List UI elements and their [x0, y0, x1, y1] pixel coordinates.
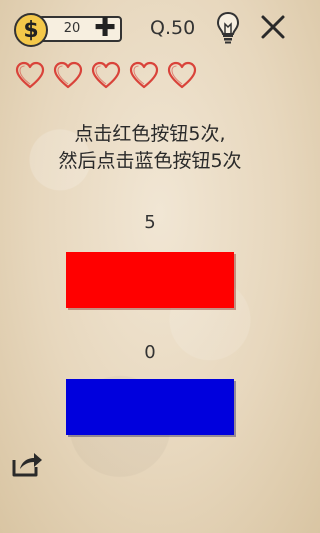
heart-icon — [53, 61, 83, 89]
level-label: Q.50 — [150, 17, 196, 39]
coin-icon: $ — [14, 13, 48, 47]
lives-hearts — [14, 60, 214, 94]
red-press-count: 5 — [144, 212, 156, 233]
heart-icon — [15, 61, 45, 89]
hint-button[interactable] — [214, 10, 242, 46]
red-button[interactable] — [66, 252, 234, 308]
instruction-text: 点击红色按钮5次, 然后点击蓝色按钮5次 — [20, 121, 280, 175]
instruction-line-2: 然后点击蓝色按钮5次 — [58, 150, 242, 172]
blue-button[interactable] — [66, 379, 234, 435]
close-button[interactable] — [260, 14, 286, 40]
share-button[interactable] — [10, 448, 44, 478]
heart-icon — [91, 61, 121, 89]
heart-icon — [167, 61, 197, 89]
blue-press-count: 0 — [144, 342, 156, 363]
heart-icon — [129, 61, 159, 89]
coin-count: 20 — [63, 21, 81, 36]
coin-symbol: $ — [23, 17, 39, 43]
lightbulb-icon — [216, 11, 240, 44]
share-icon — [12, 453, 42, 477]
top-bar: $ 20 ✚ Q.50 — [0, 0, 300, 60]
add-coins-button[interactable]: ✚ — [93, 15, 117, 41]
instruction-line-1: 点击红色按钮5次, — [74, 123, 226, 145]
close-icon — [261, 15, 285, 39]
